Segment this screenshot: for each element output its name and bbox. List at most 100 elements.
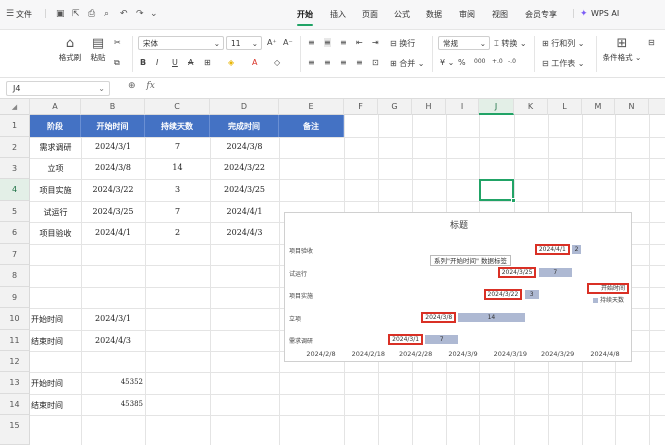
currency-icon[interactable]: ¥ ⌄ [440, 58, 454, 67]
table-header-note[interactable]: 备注 [279, 115, 344, 137]
table-cell[interactable]: 2024/3/1 [81, 142, 145, 151]
chart-title[interactable]: 标题 [285, 218, 633, 231]
formula-input[interactable] [160, 81, 660, 96]
table-cell[interactable]: 需求调研 [30, 142, 81, 153]
clear-icon[interactable]: ◇ [274, 58, 280, 67]
summary-start-label[interactable]: 开始时间 [30, 314, 81, 325]
row-header-5[interactable]: 5 [0, 201, 30, 222]
tab-review[interactable]: 审阅 [459, 9, 475, 20]
table-cell[interactable]: 2024/3/22 [81, 185, 145, 194]
chevron-down-icon[interactable]: ⌄ [150, 9, 158, 19]
table-cell[interactable]: 14 [145, 163, 210, 172]
summary-start-value[interactable]: 2024/3/1 [81, 314, 145, 323]
row-header-6[interactable]: 6 [0, 222, 30, 244]
row-header-15[interactable]: 15 [0, 415, 30, 445]
start-data-label[interactable]: 2024/3/25 [497, 266, 537, 278]
column-header-b[interactable]: B [81, 99, 145, 115]
start-data-label[interactable]: 2024/3/8 [421, 311, 457, 323]
table-cell[interactable]: 2 [145, 228, 210, 237]
row-header-9[interactable]: 9 [0, 287, 30, 308]
row-header-14[interactable]: 14 [0, 394, 30, 415]
tab-home[interactable]: 开始 [297, 9, 313, 20]
column-header-g[interactable]: G [378, 99, 412, 115]
column-header-l[interactable]: L [548, 99, 582, 115]
column-header-a[interactable]: A [30, 99, 81, 115]
bold-icon[interactable]: B [140, 58, 146, 67]
table-cell[interactable]: 7 [145, 142, 210, 151]
font-name-select[interactable]: 宋体 ⌄ [138, 36, 224, 50]
align-middle-icon[interactable]: ≡ [324, 38, 331, 47]
table-header-start[interactable]: 开始时间 [81, 115, 145, 137]
format-painter-button[interactable]: ⌂ 格式刷 [56, 36, 84, 63]
preview-icon[interactable]: ⌕ [104, 9, 109, 19]
column-header-c[interactable]: C [145, 99, 210, 115]
row-header-2[interactable]: 2 [0, 137, 30, 158]
row-header-8[interactable]: 8 [0, 265, 30, 287]
justify-icon[interactable]: ≡ [356, 58, 363, 67]
wrap-text-button[interactable]: ⊟ 换行 [390, 38, 415, 49]
font-color-icon[interactable]: A [252, 58, 257, 67]
column-header-i[interactable]: I [446, 99, 479, 115]
start-data-label[interactable]: 2024/3/1 [388, 334, 424, 345]
table-cell[interactable]: 2024/3/22 [210, 163, 279, 172]
summary-end-value[interactable]: 2024/4/3 [81, 336, 145, 345]
fill-handle[interactable] [511, 198, 516, 203]
align-right-icon[interactable]: ≡ [340, 58, 347, 67]
menu-icon[interactable]: ☰ [6, 9, 14, 19]
indent-increase-icon[interactable]: ⇥ [372, 38, 379, 47]
duration-data-label[interactable]: 2 [572, 246, 581, 253]
row-header-10[interactable]: 10 [0, 308, 30, 330]
row-header-3[interactable]: 3 [0, 158, 30, 179]
column-header-j[interactable]: J [479, 99, 514, 115]
duration-data-label[interactable]: 3 [525, 291, 539, 298]
underline-icon[interactable]: U [172, 58, 178, 67]
row-header-4[interactable]: 4 [0, 179, 30, 201]
table-cell[interactable]: 2024/4/1 [210, 207, 279, 216]
table-cell[interactable]: 试运行 [30, 207, 81, 218]
thousands-icon[interactable]: 000 [474, 58, 485, 65]
font-size-select[interactable]: 11 ⌄ [226, 36, 262, 50]
tab-page[interactable]: 页面 [362, 9, 378, 20]
paste-button[interactable]: ▤ 粘贴 [86, 36, 110, 63]
legend-entry-start[interactable]: 开始时间 [587, 283, 629, 294]
convert-button[interactable]: ⌶ 转换 ⌄ [494, 38, 527, 49]
column-header-h[interactable]: H [412, 99, 446, 115]
table-cell[interactable]: 2024/3/8 [81, 163, 145, 172]
row-header-12[interactable]: 12 [0, 351, 30, 372]
tab-member[interactable]: 会员专享 [525, 9, 557, 20]
fill-color-icon[interactable]: ◈ [228, 58, 234, 67]
start-data-label[interactable]: 2024/4/1 [534, 244, 570, 255]
strikethrough-icon[interactable]: A [188, 58, 193, 67]
row-header-11[interactable]: 11 [0, 330, 30, 351]
table-cell[interactable]: 2024/4/1 [81, 228, 145, 237]
table-cell[interactable]: 2024/3/8 [210, 142, 279, 151]
column-header-e[interactable]: E [279, 99, 344, 115]
zoom-icon[interactable]: ⊕ [128, 81, 136, 91]
table-header-stage[interactable]: 阶段 [30, 115, 81, 137]
table-header-end[interactable]: 完成时间 [210, 115, 279, 137]
conditional-format-button[interactable]: ⊞ 条件格式 ⌄ [600, 36, 644, 63]
table-cell[interactable]: 7 [145, 207, 210, 216]
summary-end-label-2[interactable]: 结束时间 [30, 400, 81, 411]
indent-decrease-icon[interactable]: ⇤ [356, 38, 363, 47]
table-cell[interactable]: 项目验收 [30, 228, 81, 239]
decrease-font-icon[interactable]: A⁻ [283, 38, 293, 47]
legend-entry-duration[interactable]: 持续天数 [593, 295, 624, 304]
table-cell[interactable]: 2024/3/25 [81, 207, 145, 216]
row-header-7[interactable]: 7 [0, 244, 30, 265]
align-top-icon[interactable]: ≡ [308, 38, 315, 47]
column-header-n[interactable]: N [615, 99, 649, 115]
column-header-k[interactable]: K [514, 99, 548, 115]
merge-button[interactable]: ⊞ 合并 ⌄ [390, 58, 425, 69]
save-icon[interactable]: ▣ [56, 9, 65, 19]
table-cell[interactable]: 2024/4/3 [210, 228, 279, 237]
cut-icon[interactable]: ✂ [114, 38, 121, 47]
decrease-decimal-icon[interactable]: -.0 [508, 58, 516, 65]
table-cell[interactable]: 3 [145, 185, 210, 194]
more-icon[interactable]: ⊟ [648, 38, 655, 47]
align-center-icon[interactable]: ≡ [324, 58, 331, 67]
increase-decimal-icon[interactable]: +.0 [492, 58, 503, 65]
italic-icon[interactable]: I [156, 58, 158, 67]
increase-font-icon[interactable]: A⁺ [267, 38, 277, 47]
duration-data-label[interactable]: 7 [539, 269, 572, 276]
